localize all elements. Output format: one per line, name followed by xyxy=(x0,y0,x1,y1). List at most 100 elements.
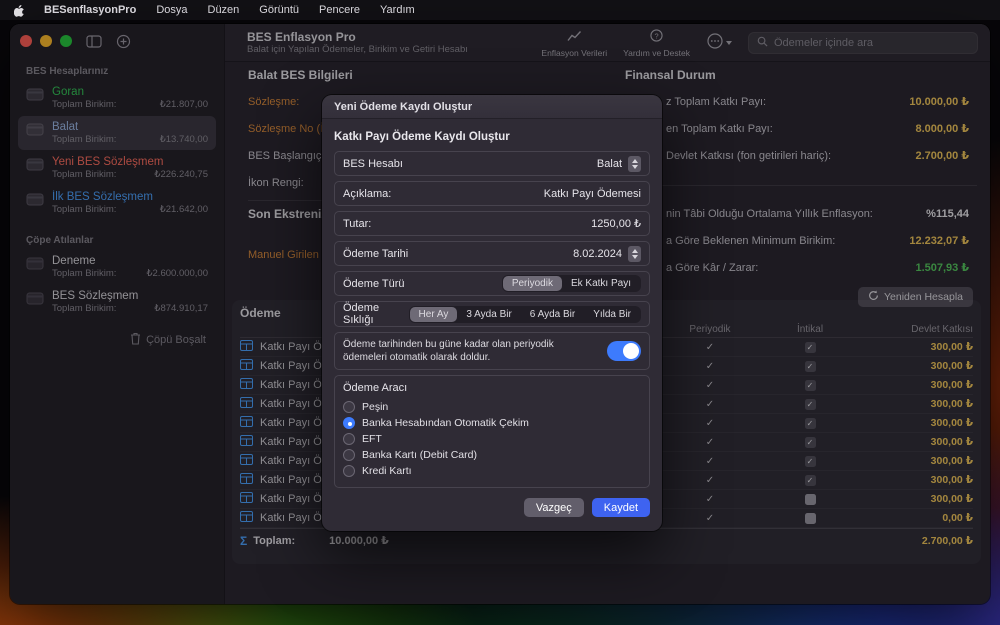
intikal-checkbox[interactable] xyxy=(804,341,816,353)
segment-6-ayda[interactable]: 6 Ayda Bir xyxy=(521,307,584,322)
sidebar-section-trash: Çöpe Atılanlar xyxy=(26,235,94,246)
intikal-checkbox[interactable] xyxy=(804,398,816,410)
sidebar-item-ilk-bes[interactable]: İlk BES Sözleşmem Toplam Birikim: ₺21.642… xyxy=(18,186,216,220)
sidebar-item-deneme[interactable]: Deneme Toplam Birikim: ₺2.600.000,00 xyxy=(18,250,216,284)
window-controls xyxy=(18,24,216,58)
menu-item-dosya[interactable]: Dosya xyxy=(146,4,197,16)
gov-contribution: 300,00 ₺ xyxy=(930,493,973,505)
table-cells-icon xyxy=(240,435,253,449)
sidebar-item-yeni-bes[interactable]: Yeni BES Sözleşmem Toplam Birikim: ₺226.2… xyxy=(18,151,216,185)
autofill-toggle[interactable] xyxy=(607,341,641,361)
radio-pesin[interactable]: Peşin xyxy=(343,399,641,415)
intikal-checkbox[interactable] xyxy=(804,493,816,505)
svg-text:?: ? xyxy=(654,31,658,40)
table-cells-icon xyxy=(240,416,253,430)
menu-item-goruntu[interactable]: Görüntü xyxy=(249,4,309,16)
description-value[interactable]: Katkı Payı Ödemesi xyxy=(544,188,641,200)
account-name: İlk BES Sözleşmem xyxy=(52,191,153,203)
table-cells-icon xyxy=(240,454,253,468)
ellipsis-circle-icon xyxy=(706,32,724,55)
segment-yilda[interactable]: Yılda Bir xyxy=(584,307,640,322)
wallet-icon xyxy=(26,157,44,176)
more-options-button[interactable] xyxy=(706,32,732,55)
financial-title: Finansal Durum xyxy=(625,68,716,82)
sidebar-item-goran[interactable]: Goran Toplam Birikim: ₺21.807,00 xyxy=(18,81,216,115)
checkmark-icon: ✓ xyxy=(705,341,715,353)
cancel-button[interactable]: Vazgeç xyxy=(523,498,584,517)
radio-kredi-karti[interactable]: Kredi Kartı xyxy=(343,463,641,479)
account-row: BES Hesabı Balat xyxy=(334,151,650,176)
intikal-checkbox[interactable] xyxy=(804,360,816,372)
col-periodic: Periyodik xyxy=(689,324,731,335)
menu-item-pencere[interactable]: Pencere xyxy=(309,4,370,16)
fin-value: %115,44 xyxy=(926,207,969,220)
total-label: Toplam: xyxy=(253,534,296,547)
search-input[interactable] xyxy=(774,37,969,49)
sidebar-item-bes-sozlesmem[interactable]: BES Sözleşmem Toplam Birikim: ₺874.910,17 xyxy=(18,285,216,319)
account-name: Deneme xyxy=(52,255,96,267)
segment-her-ay[interactable]: Her Ay xyxy=(409,306,458,322)
account-popup[interactable]: Balat xyxy=(597,155,641,172)
sidebar-toggle-icon[interactable] xyxy=(86,34,102,48)
radio-otomatik-cekim[interactable]: Banka Hesabından Otomatik Çekim xyxy=(343,415,641,431)
fin-label: en Toplam Katkı Payı: xyxy=(666,122,773,135)
menu-app-name[interactable]: BESenflasyonPro xyxy=(34,4,146,16)
amount-input[interactable]: 1250,00 ₺ xyxy=(591,217,641,230)
minimize-button[interactable] xyxy=(40,35,52,47)
intikal-checkbox[interactable] xyxy=(804,512,816,524)
apple-icon[interactable] xyxy=(12,4,34,17)
fin-label: a Göre Kâr / Zarar: xyxy=(666,261,759,274)
intikal-checkbox[interactable] xyxy=(804,379,816,391)
search-icon xyxy=(757,34,768,52)
description-row: Açıklama: Katkı Payı Ödemesi xyxy=(334,181,650,206)
checkmark-icon: ✓ xyxy=(705,493,715,505)
segment-ek-katki[interactable]: Ek Katkı Payı xyxy=(562,276,640,291)
chevron-down-icon xyxy=(726,41,732,45)
intikal-checkbox[interactable] xyxy=(804,417,816,429)
modal-title: Yeni Ödeme Kaydı Oluştur xyxy=(322,95,662,119)
inflation-data-button[interactable]: Enflasyon Verileri xyxy=(541,29,607,58)
amount-row: Tutar: 1250,00 ₺ xyxy=(334,211,650,236)
menu-item-yardim[interactable]: Yardım xyxy=(370,4,425,16)
segment-periyodik[interactable]: Periyodik xyxy=(502,276,562,291)
amount-label: Tutar: xyxy=(343,217,372,230)
intikal-checkbox[interactable] xyxy=(804,474,816,486)
help-support-button[interactable]: ? Yardım ve Destek xyxy=(623,28,690,58)
checkmark-icon: ✓ xyxy=(705,379,715,391)
gov-contribution: 300,00 ₺ xyxy=(930,398,973,410)
radio-banka-karti[interactable]: Banka Kartı (Debit Card) xyxy=(343,447,641,463)
segment-3-ayda[interactable]: 3 Ayda Bir xyxy=(457,307,520,322)
account-total: ₺21.642,00 xyxy=(159,204,208,215)
radio-icon xyxy=(343,465,355,477)
close-button[interactable] xyxy=(20,35,32,47)
description-label: Açıklama: xyxy=(343,187,392,200)
new-payment-modal: Yeni Ödeme Kaydı Oluştur Katkı Payı Ödem… xyxy=(322,95,662,531)
save-button[interactable]: Kaydet xyxy=(591,498,650,517)
chart-icon xyxy=(567,29,582,47)
fin-label: z Toplam Katkı Payı: xyxy=(666,95,767,108)
trash-icon xyxy=(130,332,141,348)
table-total-row: Σ Toplam: 10.000,00 ₺ 2.700,00 ₺ xyxy=(240,528,973,552)
add-account-icon[interactable] xyxy=(116,34,131,49)
col-gov: Devlet Katkısı xyxy=(911,324,973,335)
empty-trash-button[interactable]: Çöpü Boşalt xyxy=(18,332,216,348)
question-icon: ? xyxy=(650,28,663,47)
fin-value: 8.000,00 ₺ xyxy=(915,123,969,135)
intikal-checkbox[interactable] xyxy=(804,436,816,448)
search-field[interactable] xyxy=(748,32,978,54)
account-total: ₺2.600.000,00 xyxy=(146,268,208,279)
zoom-button[interactable] xyxy=(60,35,72,47)
menu-bar: BESenflasyonPro Dosya Düzen Görüntü Penc… xyxy=(0,0,1000,20)
fin-value: 2.700,00 ₺ xyxy=(915,150,969,162)
payment-method-label: Ödeme Aracı xyxy=(343,382,408,394)
date-stepper[interactable]: 8.02.2024 xyxy=(573,245,641,262)
sidebar-item-balat[interactable]: Balat Toplam Birikim: ₺13.740,00 xyxy=(18,116,216,150)
checkmark-icon: ✓ xyxy=(705,398,715,410)
account-name: Balat xyxy=(52,121,79,133)
intikal-checkbox[interactable] xyxy=(804,455,816,467)
checkmark-icon: ✓ xyxy=(705,360,715,372)
fin-label: a Göre Beklenen Minimum Birikim: xyxy=(666,234,836,247)
menu-item-duzen[interactable]: Düzen xyxy=(198,4,250,16)
payment-frequency-segmented: Her Ay 3 Ayda Bir 6 Ayda Bir Yılda Bir xyxy=(408,305,641,323)
radio-eft[interactable]: EFT xyxy=(343,431,641,447)
